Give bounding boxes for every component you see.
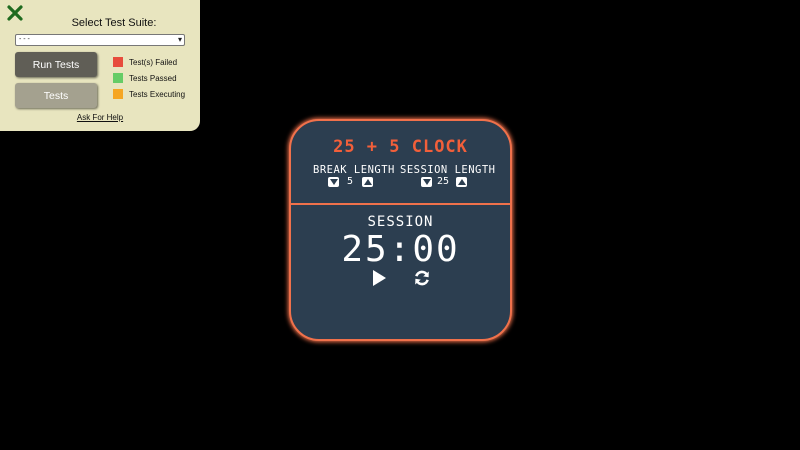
- test-suite-select-value: - - -: [19, 36, 30, 43]
- tests-button[interactable]: Tests: [15, 83, 97, 108]
- break-length: 5: [347, 176, 354, 187]
- session-increment-button[interactable]: [456, 177, 467, 187]
- failed-swatch: [113, 57, 123, 67]
- arrow-up-icon: [457, 179, 466, 185]
- session-length: 25: [437, 176, 450, 187]
- legend-executing: Tests Executing: [113, 89, 185, 99]
- session-decrement-button[interactable]: [421, 177, 432, 187]
- clock-title: 25 + 5 CLOCK: [333, 137, 468, 157]
- refresh-icon[interactable]: [413, 269, 431, 287]
- passed-swatch: [113, 73, 123, 83]
- clock-divider: [291, 203, 510, 205]
- test-suite-select[interactable]: - - - ▾: [15, 34, 185, 46]
- break-decrement-button[interactable]: [328, 177, 339, 187]
- legend-passed-label: Tests Passed: [129, 73, 177, 83]
- run-tests-button[interactable]: Run Tests: [15, 52, 97, 77]
- legend-passed: Tests Passed: [113, 73, 177, 83]
- legend-executing-label: Tests Executing: [129, 89, 186, 99]
- clock-container: 25 + 5 CLOCK BREAK LENGTH SESSION LENGTH…: [289, 119, 512, 341]
- executing-swatch: [113, 89, 123, 99]
- arrow-up-icon: [363, 179, 372, 185]
- break-label: BREAK LENGTH: [313, 164, 395, 176]
- arrow-down-icon: [422, 179, 431, 185]
- arrow-down-icon: [329, 179, 338, 185]
- ask-for-help-link[interactable]: Ask For Help: [0, 113, 200, 122]
- session-label: SESSION LENGTH: [400, 164, 496, 176]
- legend-failed: Test(s) Failed: [113, 57, 177, 67]
- legend-failed-label: Test(s) Failed: [129, 57, 178, 67]
- timer-label: SESSION: [367, 214, 434, 230]
- select-test-suite-label: Select Test Suite:: [71, 17, 157, 29]
- break-increment-button[interactable]: [362, 177, 373, 187]
- chevron-down-icon: ▾: [177, 35, 182, 44]
- play-icon[interactable]: [371, 270, 387, 286]
- test-suite-panel: Select Test Suite: - - - ▾ Run Tests Tes…: [0, 0, 200, 131]
- time-left: 25:00: [341, 229, 460, 270]
